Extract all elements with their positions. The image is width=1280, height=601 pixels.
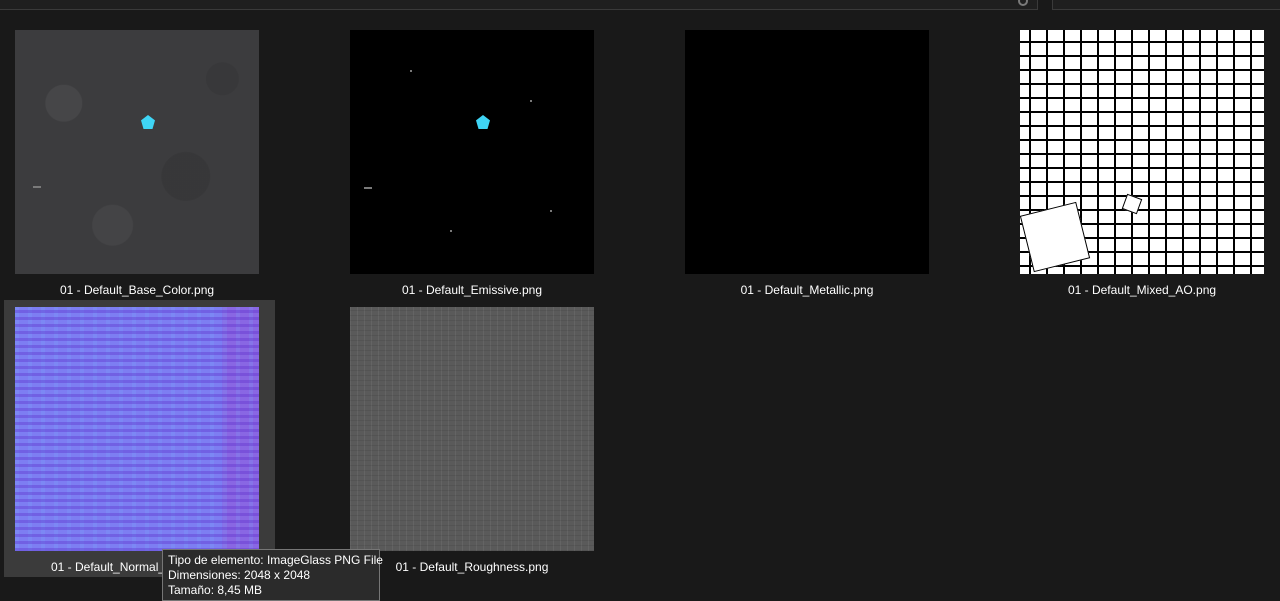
- top-toolbar: [0, 0, 1280, 12]
- search-input[interactable]: [1052, 0, 1280, 10]
- emissive-gem: [476, 115, 490, 129]
- file-info-tooltip: Tipo de elemento: ImageGlass PNG File Di…: [162, 549, 383, 601]
- file-name-label: 01 - Default_Metallic.png: [740, 283, 874, 297]
- thumbnail-mixed-ao: [1020, 30, 1264, 274]
- thumbnail-metallic: [685, 30, 929, 274]
- address-bar[interactable]: [0, 0, 1038, 10]
- emissive-gem: [141, 115, 155, 129]
- file-name-label: 01 - Default_Emissive.png: [401, 283, 543, 297]
- file-item-roughness[interactable]: 01 - Default_Roughness.png: [337, 307, 607, 577]
- thumbnail-base-color: [15, 30, 259, 274]
- thumbnail-roughness: [350, 307, 594, 551]
- file-item-base-color[interactable]: 01 - Default_Base_Color.png: [2, 30, 272, 300]
- tooltip-type: Tipo de elemento: ImageGlass PNG File: [168, 553, 383, 567]
- file-item-emissive[interactable]: 01 - Default_Emissive.png: [337, 30, 607, 300]
- file-item-mixed-ao[interactable]: 01 - Default_Mixed_AO.png: [1007, 30, 1277, 300]
- tooltip-dimensions: Dimensiones: 2048 x 2048: [168, 568, 311, 582]
- tooltip-size: Tamaño: 8,45 MB: [168, 583, 263, 597]
- thumbnail-emissive: [350, 30, 594, 274]
- file-name-label: 01 - Default_Base_Color.png: [59, 283, 215, 297]
- file-name-label: 01 - Default_Mixed_AO.png: [1067, 283, 1217, 297]
- thumbnail-normal: [15, 307, 259, 551]
- file-item-normal[interactable]: 01 - Default_Normal_: [4, 300, 275, 577]
- file-item-metallic[interactable]: 01 - Default_Metallic.png: [672, 30, 942, 300]
